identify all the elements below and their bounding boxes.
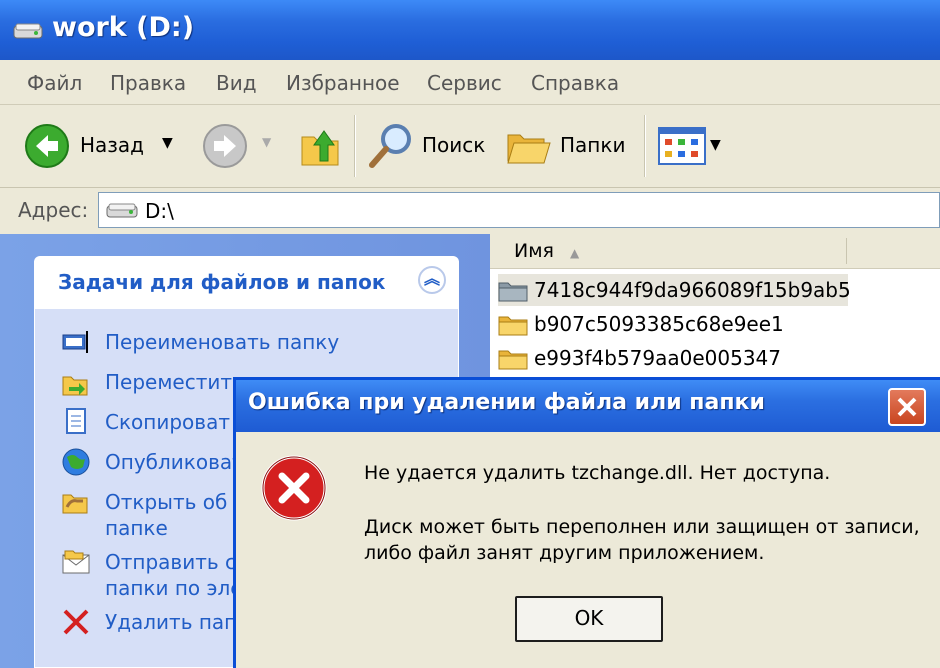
sort-ascending-icon: ▲ xyxy=(570,246,580,260)
back-button[interactable]: Назад ▼ xyxy=(20,119,180,173)
task-delete-folder[interactable]: Удалить пап xyxy=(105,609,237,635)
drive-icon xyxy=(106,203,138,218)
folder-icon xyxy=(498,350,528,370)
menu-edit[interactable]: Правка xyxy=(110,71,186,95)
error-dialog: Ошибка при удалении файла или папки Не у… xyxy=(233,377,940,668)
task-rename-folder[interactable]: Переименовать папку xyxy=(105,329,339,355)
views-dropdown-icon[interactable]: ▼ xyxy=(710,137,721,153)
menu-favorites[interactable]: Избранное xyxy=(286,71,400,95)
dialog-titlebar[interactable]: Ошибка при удалении файла или папки xyxy=(236,380,940,432)
file-name: e993f4b579aa0e005347 xyxy=(534,346,782,370)
folders-label: Папки xyxy=(560,133,626,157)
task-copy-folder[interactable]: Скопироват xyxy=(105,409,230,435)
close-icon xyxy=(897,397,917,417)
share-folder-icon xyxy=(62,494,88,514)
forward-arrow-icon xyxy=(203,124,247,168)
email-folder-icon xyxy=(62,550,90,574)
views-icon xyxy=(658,127,706,165)
move-folder-icon xyxy=(62,376,88,396)
column-divider[interactable] xyxy=(846,238,847,264)
task-panel-title: Задачи для файлов и папок xyxy=(58,270,386,294)
forward-button[interactable]: ▼ xyxy=(198,123,282,169)
error-icon xyxy=(261,455,327,521)
file-name: 7418c944f9da966089f15b9ab5 xyxy=(534,278,851,302)
search-button[interactable]: Поиск xyxy=(366,121,490,171)
menu-tools[interactable]: Сервис xyxy=(427,71,502,95)
address-field[interactable]: D:\ xyxy=(98,192,940,228)
views-button[interactable]: ▼ xyxy=(658,127,728,167)
search-icon xyxy=(369,124,411,168)
column-header-bar: Имя ▲ xyxy=(490,234,940,269)
folders-button[interactable]: Папки xyxy=(506,123,630,169)
dialog-close-button[interactable] xyxy=(888,388,926,426)
address-bar: Адрес: D:\ xyxy=(0,188,940,234)
up-folder-icon[interactable] xyxy=(298,123,342,169)
menu-bar: Файл Правка Вид Избранное Сервис Справка xyxy=(0,60,940,105)
rename-folder-icon xyxy=(62,331,88,353)
column-name-label: Имя xyxy=(514,240,554,262)
menu-help[interactable]: Справка xyxy=(531,71,619,95)
menu-file[interactable]: Файл xyxy=(27,71,82,95)
window-title: work (D:) xyxy=(52,12,195,43)
publish-web-icon xyxy=(62,448,90,476)
ok-button[interactable]: OK xyxy=(515,596,663,642)
folder-icon xyxy=(498,316,528,336)
dialog-detail: Диск может быть переполнен или защищен о… xyxy=(364,516,920,564)
window-titlebar[interactable]: work (D:) xyxy=(0,0,940,60)
file-name: b907c5093385c68e9ee1 xyxy=(534,312,784,336)
task-move-folder[interactable]: Переместить xyxy=(105,369,244,395)
task-panel-header[interactable]: Задачи для файлов и папок ︽ xyxy=(34,256,459,308)
drive-icon xyxy=(13,23,43,39)
menu-view[interactable]: Вид xyxy=(216,71,257,95)
address-value: D:\ xyxy=(145,199,174,223)
folders-icon xyxy=(507,134,551,164)
task-publish-web[interactable]: Опубликоват xyxy=(105,449,244,475)
back-label: Назад xyxy=(80,133,145,157)
address-label: Адрес: xyxy=(18,198,89,222)
task-email-folder[interactable]: Отправить с папки по эле xyxy=(105,549,243,601)
dialog-title: Ошибка при удалении файла или папки xyxy=(248,390,765,415)
toolbar: Назад ▼ ▼ Поиск Папки ▼ xyxy=(0,105,940,188)
list-item[interactable]: 7418c944f9da966089f15b9ab5 xyxy=(498,274,851,306)
delete-icon xyxy=(63,609,89,635)
column-header-name[interactable]: Имя ▲ xyxy=(514,240,579,262)
collapse-chevron-icon[interactable]: ︽ xyxy=(418,266,446,294)
folder-icon xyxy=(498,282,528,302)
dialog-message: Не удается удалить tzchange.dll. Нет дос… xyxy=(364,462,831,484)
task-share-folder[interactable]: Открыть об папке xyxy=(105,489,227,541)
copy-folder-icon xyxy=(66,408,86,434)
back-dropdown-icon[interactable]: ▼ xyxy=(162,135,173,151)
back-arrow-icon xyxy=(25,124,69,168)
search-label: Поиск xyxy=(422,133,486,157)
forward-dropdown-icon[interactable]: ▼ xyxy=(262,135,271,149)
